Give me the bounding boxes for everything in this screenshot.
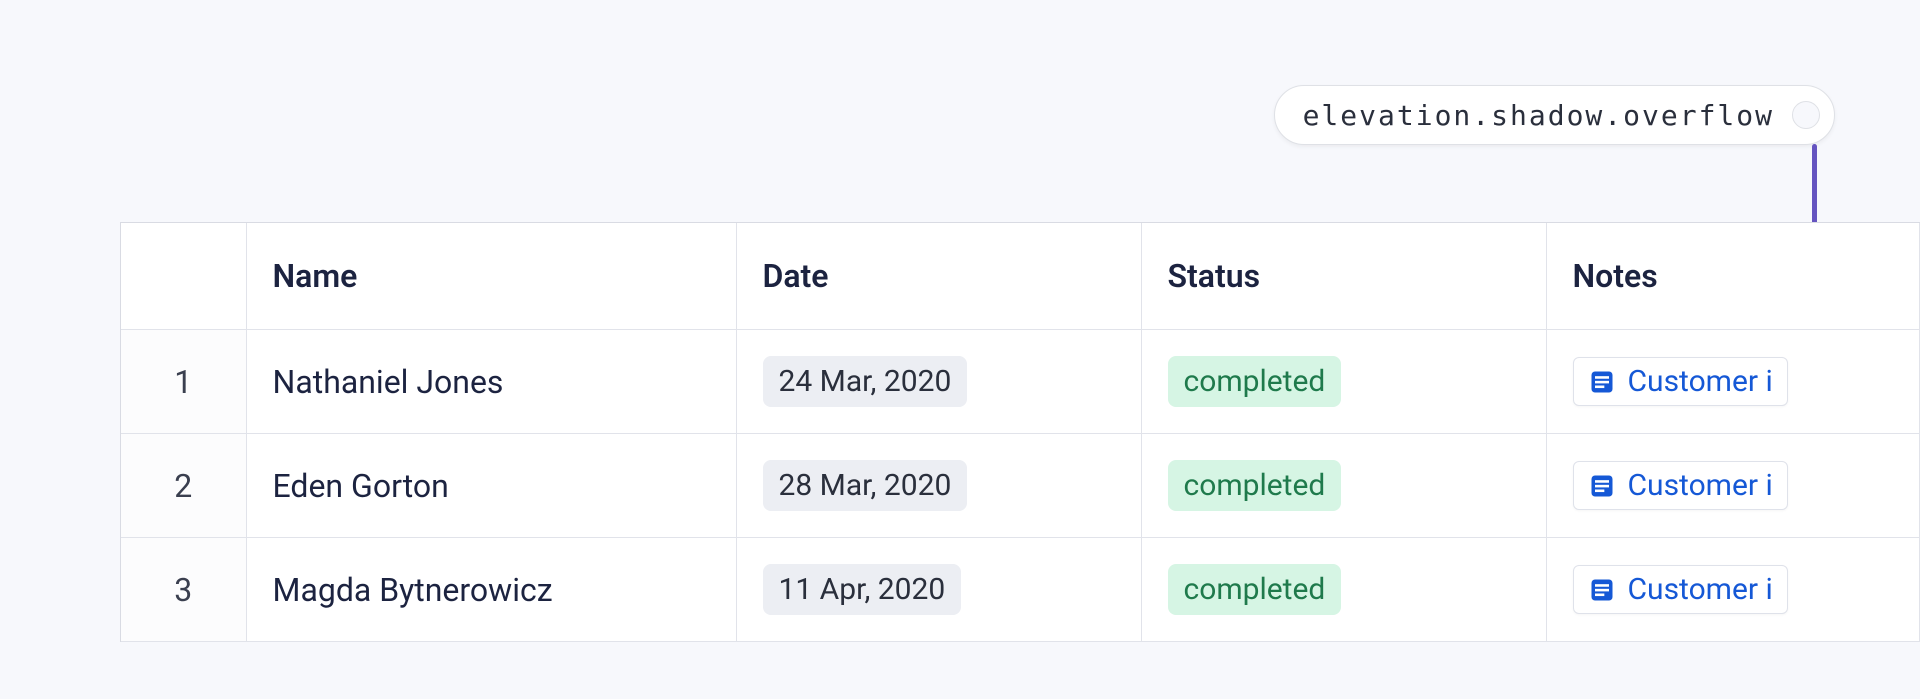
cell-notes: Customer i — [1546, 538, 1920, 642]
row-index: 2 — [121, 434, 246, 538]
cell-status: completed — [1141, 434, 1546, 538]
col-notes[interactable]: Notes — [1546, 223, 1920, 330]
status-chip: completed — [1168, 356, 1342, 407]
note-chip[interactable]: Customer i — [1573, 565, 1788, 614]
data-table: Name Date Status Notes 1 Nathaniel Jones… — [120, 222, 1920, 642]
note-chip[interactable]: Customer i — [1573, 461, 1788, 510]
col-date[interactable]: Date — [736, 223, 1141, 330]
table-row[interactable]: 2 Eden Gorton 28 Mar, 2020 completed Cus… — [121, 434, 1920, 538]
cell-date: 24 Mar, 2020 — [736, 330, 1141, 434]
cell-name: Nathaniel Jones — [246, 330, 736, 434]
note-icon — [1588, 368, 1616, 396]
cell-name: Magda Bytnerowicz — [246, 538, 736, 642]
cell-name: Eden Gorton — [246, 434, 736, 538]
cell-status: completed — [1141, 330, 1546, 434]
cell-notes: Customer i — [1546, 330, 1920, 434]
row-index: 1 — [121, 330, 246, 434]
date-chip: 28 Mar, 2020 — [763, 460, 968, 511]
status-chip: completed — [1168, 564, 1342, 615]
note-label: Customer i — [1628, 468, 1773, 503]
design-token-swatch — [1792, 101, 1820, 129]
date-chip: 11 Apr, 2020 — [763, 564, 962, 615]
cell-notes: Customer i — [1546, 434, 1920, 538]
date-chip: 24 Mar, 2020 — [763, 356, 968, 407]
col-name[interactable]: Name — [246, 223, 736, 330]
design-token-label: elevation.shadow.overflow — [1303, 99, 1774, 132]
table-row[interactable]: 3 Magda Bytnerowicz 11 Apr, 2020 complet… — [121, 538, 1920, 642]
design-token-pill[interactable]: elevation.shadow.overflow — [1274, 85, 1835, 145]
cell-date: 28 Mar, 2020 — [736, 434, 1141, 538]
note-icon — [1588, 576, 1616, 604]
cell-status: completed — [1141, 538, 1546, 642]
table-header-row: Name Date Status Notes — [121, 223, 1920, 330]
col-status[interactable]: Status — [1141, 223, 1546, 330]
cell-date: 11 Apr, 2020 — [736, 538, 1141, 642]
row-index: 3 — [121, 538, 246, 642]
table-row[interactable]: 1 Nathaniel Jones 24 Mar, 2020 completed… — [121, 330, 1920, 434]
note-icon — [1588, 472, 1616, 500]
note-label: Customer i — [1628, 364, 1773, 399]
status-chip: completed — [1168, 460, 1342, 511]
note-chip[interactable]: Customer i — [1573, 357, 1788, 406]
note-label: Customer i — [1628, 572, 1773, 607]
col-index[interactable] — [121, 223, 246, 330]
